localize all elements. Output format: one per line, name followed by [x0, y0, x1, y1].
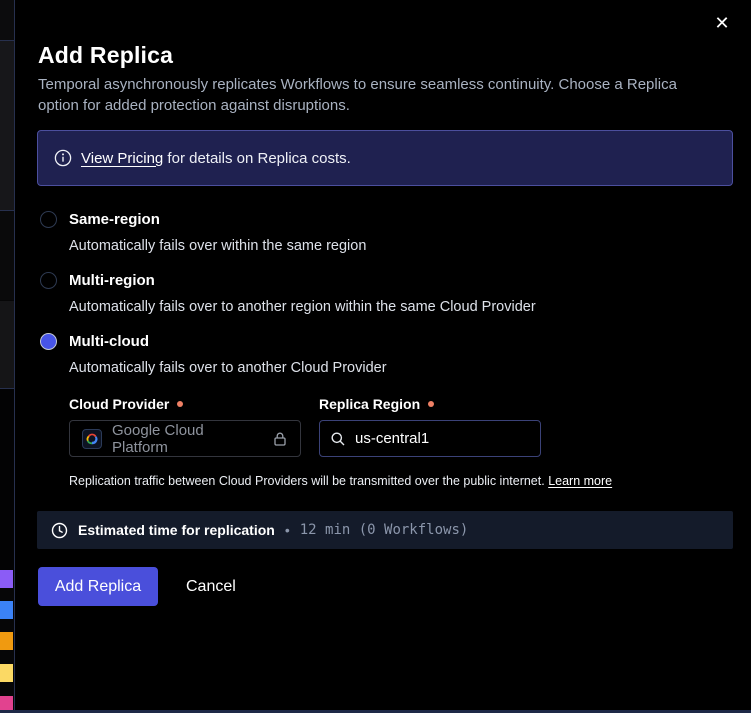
- option-same-region: Same-region Automatically fails over wit…: [40, 211, 720, 254]
- option-description: Automatically fails over within the same…: [69, 238, 720, 254]
- note-text: Replication traffic between Cloud Provid…: [69, 474, 548, 488]
- bg-color-block-yellow: [0, 664, 13, 682]
- radio-row-multi-region[interactable]: Multi-region: [40, 272, 720, 289]
- clock-icon: [51, 522, 68, 539]
- option-multi-region: Multi-region Automatically fails over to…: [40, 272, 720, 315]
- bg-divider: [0, 388, 14, 389]
- radio-row-same-region[interactable]: Same-region: [40, 211, 720, 228]
- radio-multi-cloud[interactable]: [40, 333, 57, 350]
- bg-divider: [0, 40, 14, 41]
- option-multi-cloud: Multi-cloud Automatically fails over to …: [40, 333, 720, 376]
- add-replica-button[interactable]: Add Replica: [38, 567, 158, 606]
- learn-more-link[interactable]: Learn more: [548, 474, 612, 488]
- option-description: Automatically fails over to another regi…: [69, 299, 720, 315]
- page-title: Add Replica: [38, 42, 173, 69]
- bg-segment: [0, 389, 14, 570]
- radio-multi-region[interactable]: [40, 272, 57, 289]
- cancel-button[interactable]: Cancel: [186, 578, 236, 596]
- replica-region-label-text: Replica Region: [319, 396, 420, 412]
- bg-color-block-purple: [0, 570, 13, 588]
- info-circle-icon: [54, 149, 72, 167]
- background-page-sliver: [0, 0, 14, 713]
- pricing-info-banner: View Pricing for details on Replica cost…: [37, 130, 733, 186]
- estimate-banner: Estimated time for replication • 12 min …: [37, 511, 733, 549]
- bg-segment: [0, 211, 14, 300]
- replica-region-field[interactable]: [319, 420, 541, 457]
- cloud-provider-field: Google Cloud Platform: [69, 420, 301, 457]
- bg-divider: [0, 210, 14, 211]
- search-icon: [330, 431, 346, 447]
- close-icon[interactable]: ✕: [709, 10, 735, 36]
- replica-region-input[interactable]: [355, 430, 515, 447]
- pricing-banner-rest: for details on Replica costs.: [163, 150, 351, 167]
- bg-segment: [0, 41, 14, 210]
- required-dot: [428, 401, 434, 407]
- lock-icon: [272, 431, 288, 447]
- option-label: Multi-cloud: [69, 333, 149, 350]
- cloud-provider-value: Google Cloud Platform: [112, 422, 262, 456]
- replica-region-label: Replica Region: [319, 396, 434, 412]
- radio-same-region[interactable]: [40, 211, 57, 228]
- option-description: Automatically fails over to another Clou…: [69, 360, 720, 376]
- radio-row-multi-cloud[interactable]: Multi-cloud: [40, 333, 720, 350]
- bg-segment: [0, 0, 14, 40]
- required-dot: [177, 401, 183, 407]
- estimate-value: 12 min (0 Workflows): [300, 522, 469, 538]
- modal-description: Temporal asynchronously replicates Workf…: [38, 74, 710, 116]
- estimate-label: Estimated time for replication: [78, 522, 275, 538]
- gcp-logo-icon: [82, 429, 102, 449]
- pricing-banner-text: View Pricing for details on Replica cost…: [81, 150, 351, 167]
- add-replica-modal: ✕ Add Replica Temporal asynchronously re…: [14, 0, 751, 713]
- bg-color-block-blue: [0, 601, 13, 619]
- cloud-provider-label: Cloud Provider: [69, 396, 183, 412]
- option-label: Same-region: [69, 211, 160, 228]
- option-label: Multi-region: [69, 272, 155, 289]
- view-pricing-link[interactable]: View Pricing: [81, 150, 163, 167]
- public-internet-note: Replication traffic between Cloud Provid…: [69, 474, 709, 488]
- cloud-provider-label-text: Cloud Provider: [69, 396, 169, 412]
- bg-segment: [0, 301, 14, 388]
- estimate-separator: •: [285, 522, 290, 538]
- modal-actions: Add Replica Cancel: [38, 567, 236, 606]
- screen: ✕ Add Replica Temporal asynchronously re…: [0, 0, 751, 713]
- bg-color-block-orange: [0, 632, 13, 650]
